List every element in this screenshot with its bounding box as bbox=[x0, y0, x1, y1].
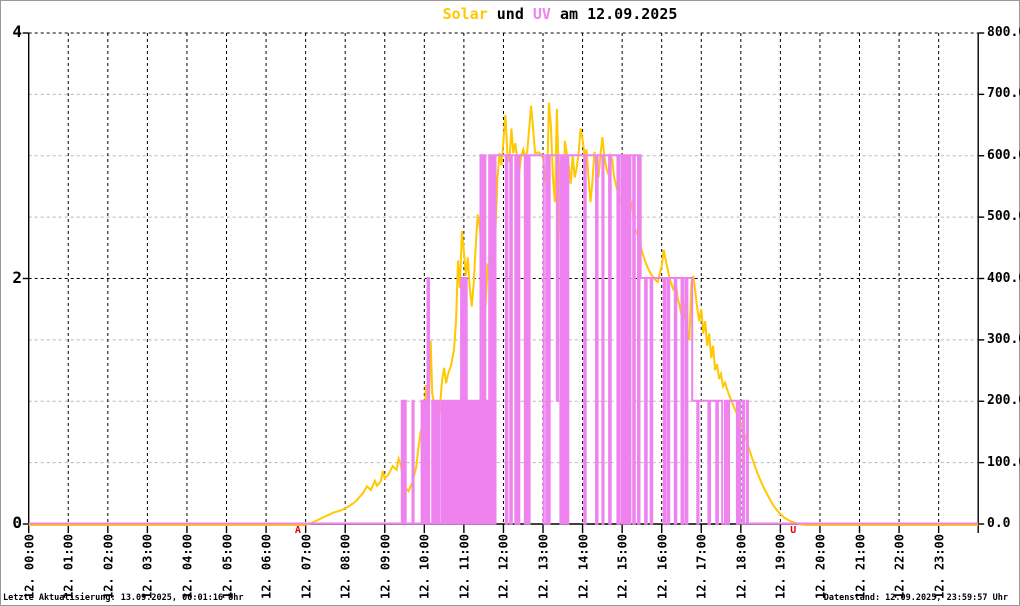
x-tick-label: 12. 06:00 bbox=[259, 533, 274, 600]
x-tick-label: 12. 05:00 bbox=[220, 533, 234, 600]
x-tick-label: 12. 16:00 bbox=[655, 533, 670, 600]
x-tick-label: 12. 09:00 bbox=[378, 533, 393, 600]
x-tick-label: 12. 14:00 bbox=[576, 533, 591, 600]
y-right-tick-label: 800.0 bbox=[987, 25, 1020, 40]
x-tick-label: 12. 11:00 bbox=[457, 533, 472, 600]
x-tick-label: 12. 12:00 bbox=[496, 533, 511, 600]
y-left-tick-label: 0 bbox=[12, 513, 22, 532]
x-tick-label: 12. 21:00 bbox=[853, 533, 867, 600]
y-right-tick-label: 0.0 bbox=[987, 516, 1011, 531]
weather-chart-page: { "window": { "background": "#ffffff", "… bbox=[0, 0, 1020, 606]
x-tick-label: 12. 17:00 bbox=[694, 533, 709, 600]
sunset-marker: U bbox=[790, 525, 797, 536]
data-state-text: Datenstand: 12.09.2025, 23:59:57 Uhr bbox=[823, 593, 1008, 603]
sunrise-marker: A bbox=[294, 525, 301, 536]
x-tick-label: 12. 04:00 bbox=[180, 533, 195, 600]
x-tick-label: 12. 02:00 bbox=[101, 533, 116, 600]
x-tick-label: 12. 01:00 bbox=[61, 533, 76, 600]
x-tick-label: 12. 08:00 bbox=[338, 533, 353, 600]
x-tick-label: 12. 15:00 bbox=[615, 533, 630, 600]
y-right-tick-label: 500.0 bbox=[987, 209, 1020, 225]
x-tick-label: 12. 03:00 bbox=[140, 533, 155, 600]
x-tick-label: 12. 13:00 bbox=[536, 533, 551, 600]
x-tick-label: 12. 23:00 bbox=[932, 533, 947, 600]
y-right-tick-label: 700.0 bbox=[987, 86, 1020, 102]
y-right-tick-label: 600.0 bbox=[987, 147, 1020, 163]
chart-canvas bbox=[22, 32, 985, 533]
x-tick-label: 12. 00:00 bbox=[22, 533, 37, 600]
y-left-tick-label: 2 bbox=[12, 267, 22, 287]
y-right-tick-label: 400.0 bbox=[987, 270, 1020, 286]
y-right-tick-label: 100.0 bbox=[987, 454, 1020, 470]
x-tick-label: 12. 10:00 bbox=[417, 533, 432, 600]
y-left-tick-label: 4 bbox=[12, 22, 22, 41]
x-tick-label: 12. 18:00 bbox=[734, 533, 749, 600]
x-tick-label: 12. 19:00 bbox=[773, 533, 788, 600]
last-update-text: Letzte Aktualisierung: 13.09.2025, 00:01… bbox=[3, 593, 244, 603]
x-tick-label: 12. 20:00 bbox=[813, 533, 828, 600]
y-right-tick-label: 300.0 bbox=[987, 331, 1020, 347]
x-tick-label: 12. 22:00 bbox=[892, 533, 907, 600]
y-right-tick-label: 200.0 bbox=[987, 393, 1020, 409]
x-tick-label: 12. 07:00 bbox=[299, 533, 314, 600]
